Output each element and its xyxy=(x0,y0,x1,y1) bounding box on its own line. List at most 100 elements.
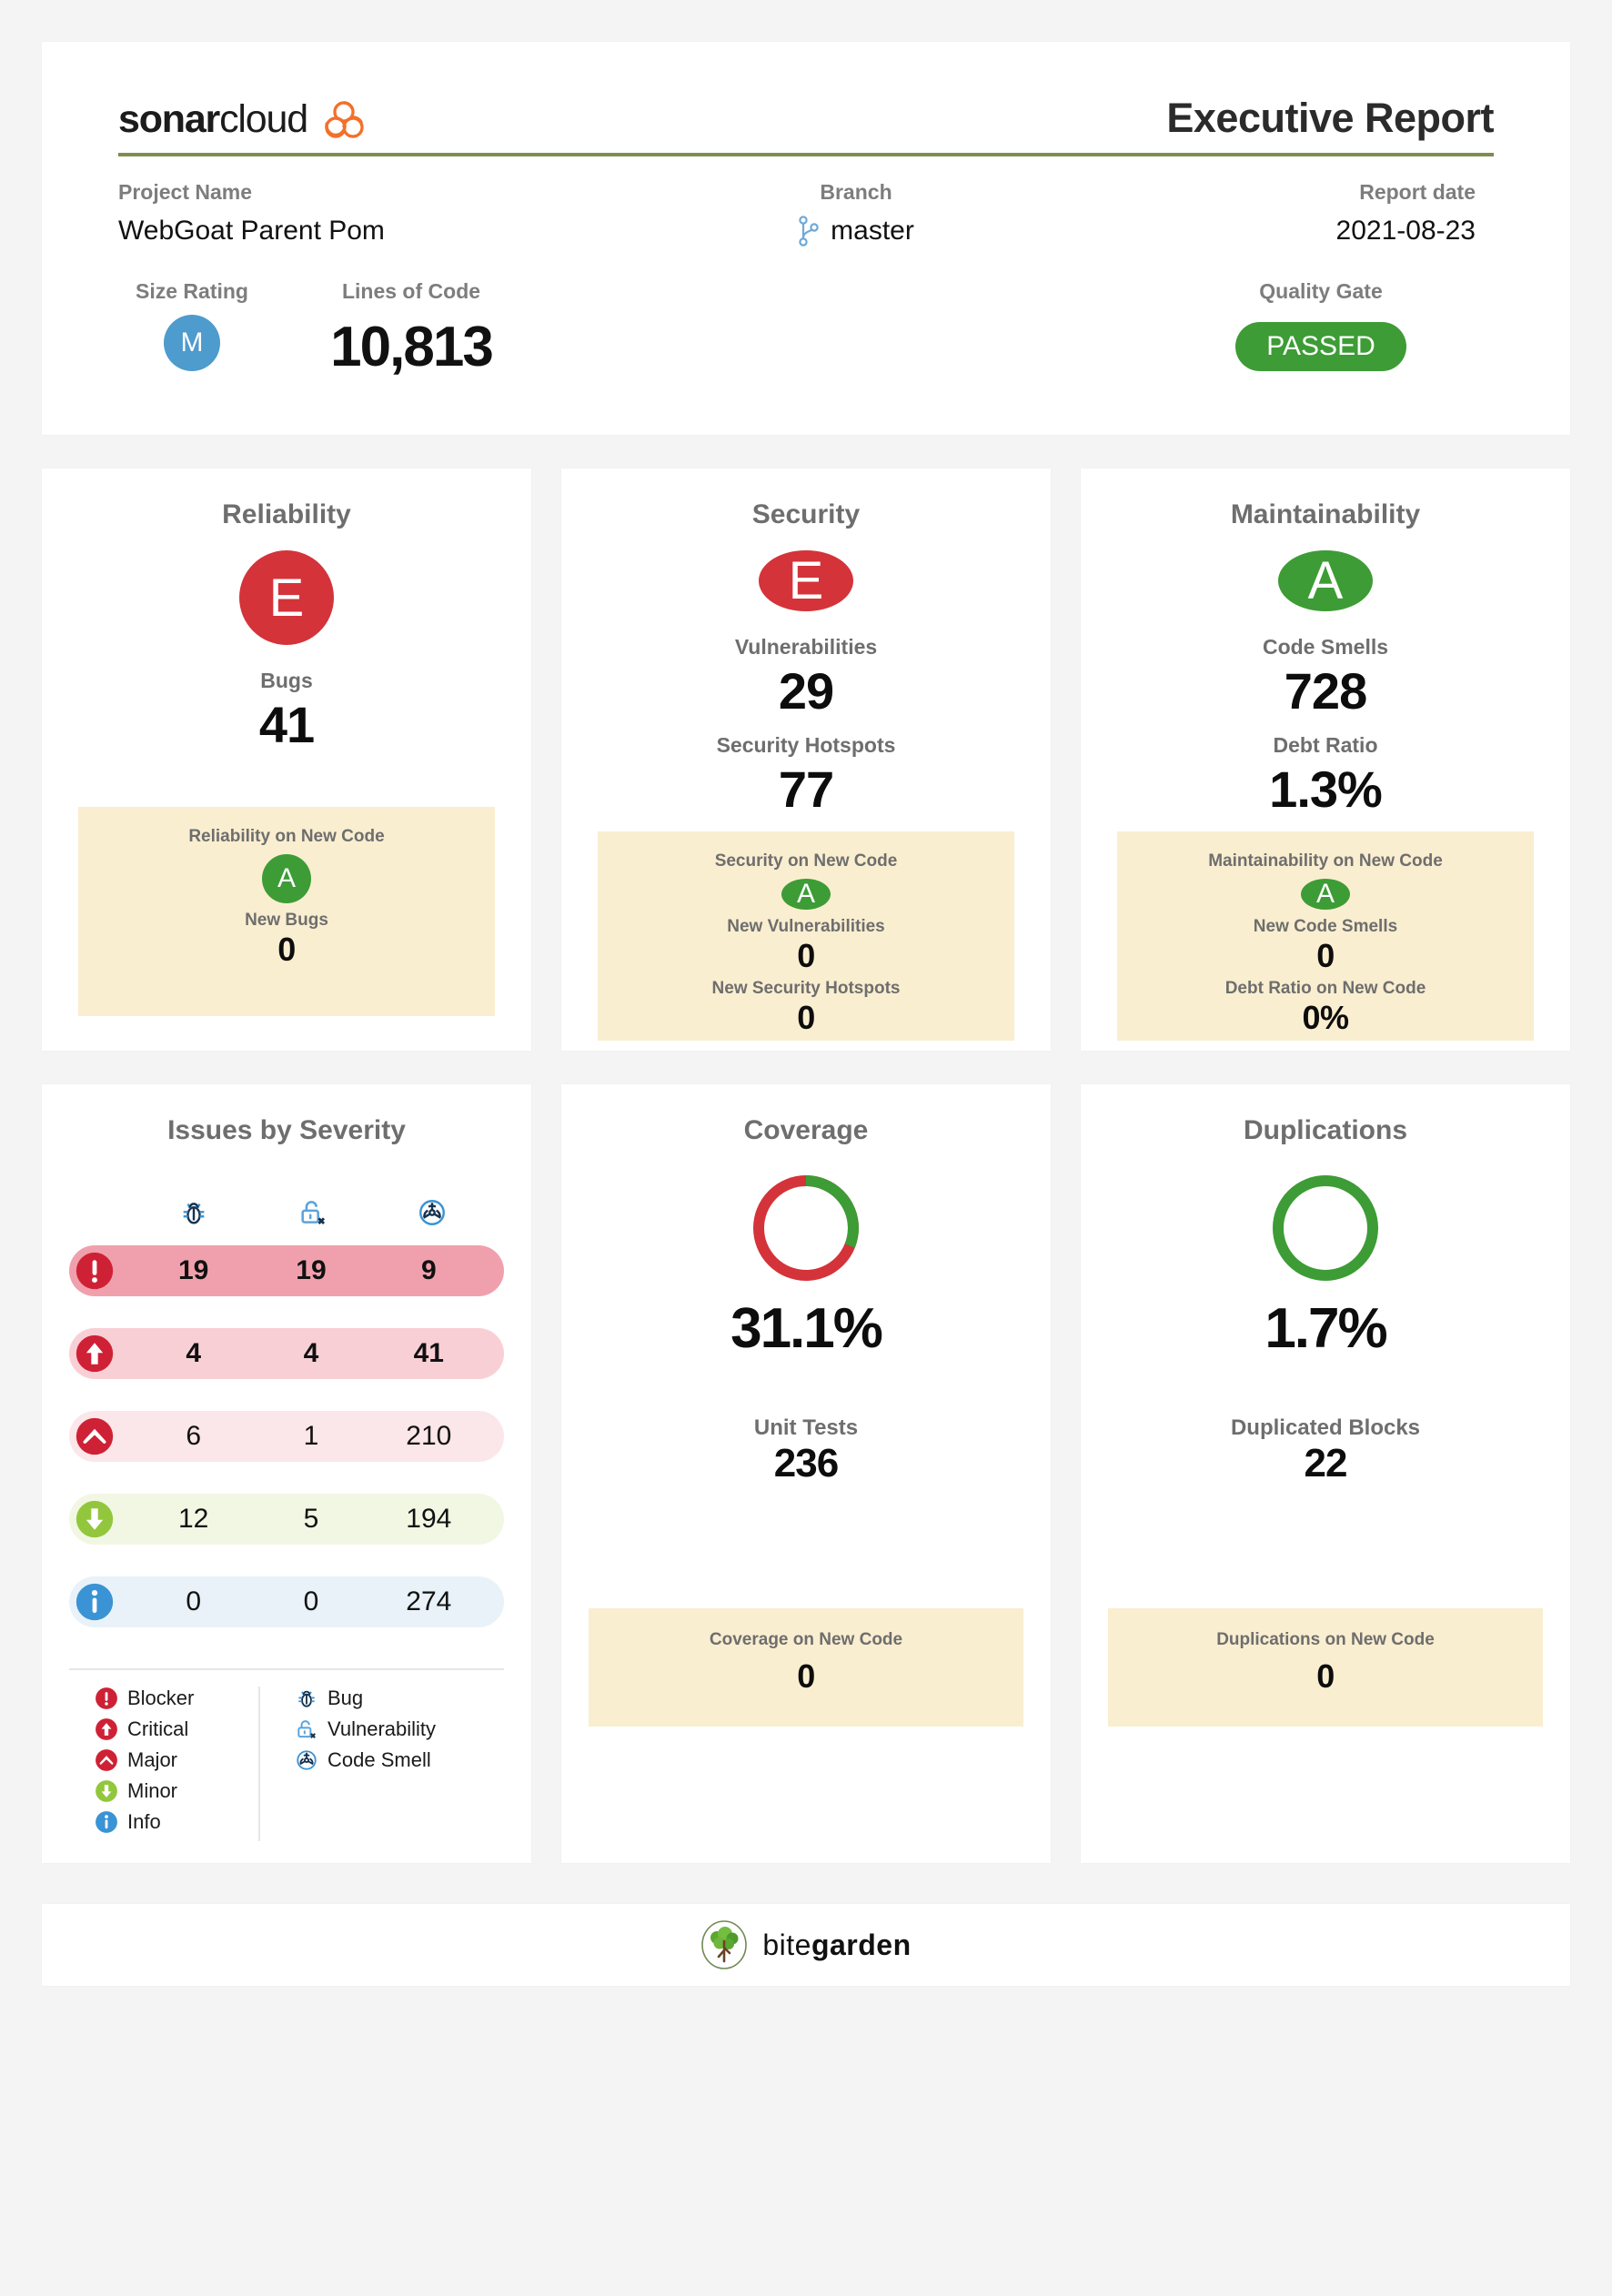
vulnerabilities-label: Vulnerabilities xyxy=(734,635,878,659)
footer-bite-text: bite xyxy=(762,1928,811,1961)
issues-legend: Blocker Critical Major Minor Info Bug Vulnera… xyxy=(69,1687,504,1841)
info-icon xyxy=(76,1583,114,1621)
issues-by-severity-card: Issues by Severity 19 19 9 4 4 41 6 1 21… xyxy=(42,1084,531,1863)
table-cell: 0 xyxy=(186,1586,201,1616)
size-rating-block: Size Rating M xyxy=(118,279,266,371)
table-cell: 1 xyxy=(303,1421,319,1451)
debt-ratio-new-code-value: 0% xyxy=(1302,999,1349,1036)
info-icon xyxy=(96,1811,117,1833)
table-cell: 5 xyxy=(303,1504,319,1534)
code-smell-column-header xyxy=(372,1197,491,1233)
coverage-percent: 31.1% xyxy=(730,1297,883,1360)
critical-icon xyxy=(75,1334,115,1374)
table-row: 4 4 41 xyxy=(69,1328,504,1379)
maintainability-title: Maintainability xyxy=(1230,499,1421,529)
bug-icon xyxy=(183,1203,205,1224)
reliability-rating-badge: E xyxy=(239,550,334,645)
coverage-new-code-box: Coverage on New Code 0 xyxy=(589,1608,1023,1727)
table-cell: 12 xyxy=(177,1504,209,1534)
bottom-cards-grid: Issues by Severity 19 19 9 4 4 41 6 1 21… xyxy=(42,1084,1570,1863)
header-meta-row-2: Size Rating M Lines of Code 10,813 Quali… xyxy=(118,279,1494,379)
table-cell: 6 xyxy=(186,1421,201,1451)
debt-ratio-value: 1.3% xyxy=(1269,760,1383,818)
legend-label: Major xyxy=(127,1748,178,1771)
project-name-block: Project Name WebGoat Parent Pom xyxy=(118,180,546,247)
footer-garden-text: garden xyxy=(811,1928,912,1961)
sonarcloud-logo-text: sonarcloud xyxy=(118,97,308,142)
maintainability-card: Maintainability A Code Smells 728 Debt R… xyxy=(1081,468,1570,1051)
issues-by-severity-title: Issues by Severity xyxy=(167,1115,406,1145)
table-cell: 19 xyxy=(296,1255,327,1285)
reliability-card: Reliability E Bugs 41 Reliability on New… xyxy=(42,468,531,1051)
bitegarden-tree-icon xyxy=(701,1920,748,1969)
table-cell: 194 xyxy=(406,1504,452,1534)
sonarcloud-mark-icon xyxy=(325,100,364,138)
coverage-donut-chart xyxy=(750,1172,862,1289)
coverage-card: Coverage 31.1% Unit Tests 236 Coverage o… xyxy=(561,1084,1051,1863)
logo-cloud-text: cloud xyxy=(219,97,308,141)
table-cell: 19 xyxy=(177,1255,209,1285)
footer-card: bitegarden xyxy=(42,1904,1570,1986)
report-date-value: 2021-08-23 xyxy=(1335,216,1476,246)
table-cell: 0 xyxy=(303,1586,319,1616)
security-card: Security E Vulnerabilities 29 Security H… xyxy=(561,468,1051,1051)
security-hotspots-value: 77 xyxy=(778,760,834,818)
branch-name: master xyxy=(831,216,914,246)
page-title: Executive Report xyxy=(1166,95,1494,141)
maintainability-new-code-rating-badge: A xyxy=(1301,879,1350,910)
reliability-title: Reliability xyxy=(222,499,351,529)
branch-block: Branch master xyxy=(546,180,1166,247)
legend-item: Vulnerability xyxy=(295,1717,504,1741)
duplications-title: Duplications xyxy=(1243,1115,1407,1145)
security-new-code-title: Security on New Code xyxy=(714,851,898,871)
branch-value-wrap: master xyxy=(546,216,1166,247)
critical-icon xyxy=(96,1718,117,1740)
duplications-card: Duplications 1.7% Duplicated Blocks 22 D… xyxy=(1081,1084,1570,1863)
legend-label: Minor xyxy=(127,1779,178,1802)
table-cell: 4 xyxy=(186,1338,201,1368)
duplications-new-code-box: Duplications on New Code 0 xyxy=(1108,1608,1543,1727)
project-name-value: WebGoat Parent Pom xyxy=(118,216,385,246)
legend-label: Bug xyxy=(327,1687,364,1709)
table-cell: 210 xyxy=(406,1421,452,1451)
sonarcloud-logo: sonarcloud xyxy=(118,97,368,142)
new-code-smells-label: New Code Smells xyxy=(1253,917,1398,936)
logo-sonar-text: sonar xyxy=(118,97,220,141)
security-hotspots-label: Security Hotspots xyxy=(716,733,896,757)
unit-tests-label: Unit Tests xyxy=(753,1415,859,1440)
info-icon xyxy=(75,1582,115,1622)
legend-divider xyxy=(69,1668,504,1670)
branch-label: Branch xyxy=(820,180,892,204)
bug-icon xyxy=(298,1690,315,1707)
brand-row: sonarcloud Executive Report xyxy=(118,95,1494,153)
debt-ratio-new-code-label: Debt Ratio on New Code xyxy=(1224,979,1426,998)
reliability-new-code-title: Reliability on New Code xyxy=(188,827,385,846)
reliability-new-code-box: Reliability on New Code A New Bugs 0 xyxy=(78,807,495,1016)
project-name-label: Project Name xyxy=(118,180,253,204)
new-vulnerabilities-label: New Vulnerabilities xyxy=(727,917,885,936)
branch-icon xyxy=(799,216,819,247)
metric-cards-grid: Reliability E Bugs 41 Reliability on New… xyxy=(42,468,1570,1051)
vulnerability-icon xyxy=(301,1201,326,1225)
new-bugs-value: 0 xyxy=(277,931,296,968)
report-date-label: Report date xyxy=(1359,180,1476,204)
major-icon xyxy=(76,1417,114,1455)
major-icon xyxy=(75,1416,115,1456)
blocker-icon xyxy=(75,1251,115,1291)
code-smell-icon xyxy=(418,1200,445,1225)
minor-icon xyxy=(75,1499,115,1539)
lines-of-code-value: 10,813 xyxy=(330,316,494,378)
major-icon xyxy=(96,1749,117,1771)
security-title: Security xyxy=(751,499,861,529)
debt-ratio-label: Debt Ratio xyxy=(1273,733,1378,757)
legend-label: Critical xyxy=(127,1717,189,1740)
minor-icon xyxy=(76,1500,114,1538)
severity-legend-column: Blocker Critical Major Minor Info xyxy=(95,1687,258,1841)
table-cell: 9 xyxy=(420,1255,437,1285)
report-page: sonarcloud Executive Report Project Name… xyxy=(0,0,1612,2296)
maintainability-new-code-box: Maintainability on New Code A New Code S… xyxy=(1117,831,1534,1041)
security-new-code-rating-badge: A xyxy=(781,879,831,910)
table-cell: 41 xyxy=(413,1338,444,1368)
reliability-new-code-rating-badge: A xyxy=(262,854,311,903)
code-smells-value: 728 xyxy=(1284,662,1367,720)
